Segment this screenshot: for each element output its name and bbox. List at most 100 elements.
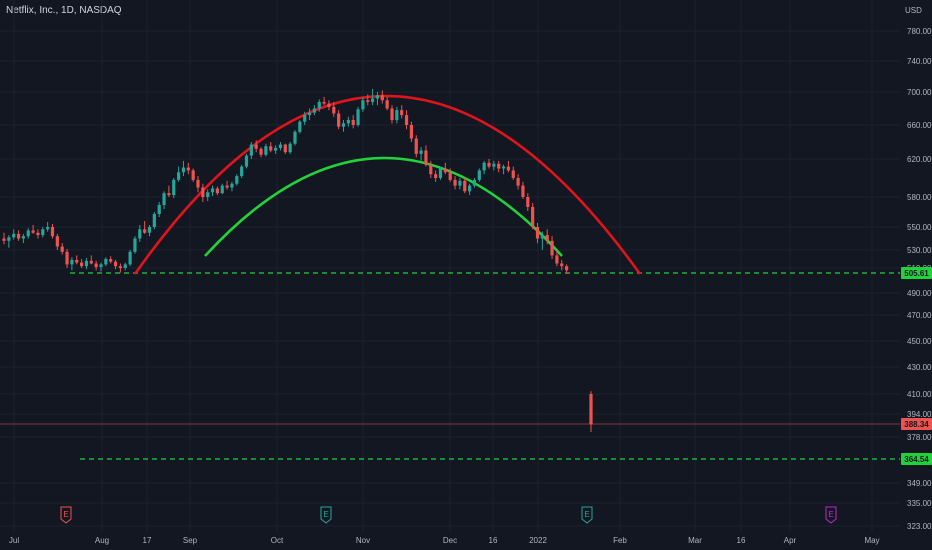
candle-body	[46, 227, 50, 230]
time-tick-label: May	[864, 536, 879, 545]
candle-body	[501, 166, 506, 169]
earnings-event-marker[interactable]: E	[825, 506, 837, 524]
candle-body	[118, 266, 122, 268]
price-tick-label: 620.00	[907, 155, 932, 164]
candle-body	[511, 170, 515, 178]
level-price-label: 388.34	[904, 420, 929, 429]
candle-body	[143, 229, 147, 233]
candle-body	[94, 263, 98, 268]
candle-body	[55, 236, 59, 247]
earnings-events[interactable]: EEEE	[60, 506, 837, 524]
candle-body	[162, 193, 166, 205]
candle-body	[21, 236, 25, 239]
candle-body	[70, 259, 74, 265]
price-tick-label: 378.00	[907, 433, 932, 442]
candle-body	[482, 162, 486, 171]
price-tick-label: 580.00	[907, 193, 932, 202]
candle-body	[371, 98, 375, 102]
candle-body	[191, 170, 195, 180]
time-tick-label: 17	[143, 536, 152, 545]
candle-body	[492, 163, 496, 167]
candle-body	[327, 103, 331, 107]
time-tick-label: 16	[737, 536, 746, 545]
time-tick-label: Nov	[356, 536, 370, 545]
candle-body	[307, 112, 312, 116]
time-tick-label: Oct	[271, 536, 284, 545]
price-tick-label: 323.00	[907, 522, 932, 531]
candle-body	[249, 144, 253, 156]
candle-body	[206, 192, 210, 197]
event-label: E	[323, 510, 328, 519]
candle-body	[12, 233, 16, 238]
candle-body	[458, 180, 462, 186]
candle-body	[322, 101, 326, 104]
candle-body	[540, 235, 544, 239]
candle-body	[424, 150, 428, 165]
candle-body	[545, 235, 549, 241]
price-tick-label: 450.00	[907, 337, 932, 346]
candle-body	[283, 144, 287, 153]
time-axis: Jul Aug 17 Sep Oct Nov Dec 16 2022 Feb Mar 16 Apr May	[9, 536, 880, 545]
event-label: E	[584, 510, 589, 519]
candle-body	[487, 162, 491, 167]
candle-body	[385, 100, 389, 109]
candle-body	[186, 167, 190, 171]
candle-body	[133, 238, 137, 252]
candle-body	[468, 185, 472, 192]
candle-body	[109, 259, 113, 262]
candle-body	[259, 148, 263, 155]
candle-body	[293, 131, 297, 144]
candle-body	[172, 179, 176, 196]
grid	[0, 0, 900, 532]
price-chart[interactable]: 780.00 740.00 700.00 660.00 620.00 580.00 550.…	[0, 0, 932, 550]
candle-body	[235, 176, 239, 184]
time-tick-label: 2022	[529, 536, 547, 545]
event-label: E	[828, 510, 833, 519]
candle-body	[60, 246, 64, 252]
price-tick-label: 660.00	[907, 121, 932, 130]
candle-body	[104, 259, 108, 265]
candle-body	[463, 180, 467, 192]
arc-drawings[interactable]	[133, 94, 642, 275]
candle-body	[516, 178, 520, 186]
candle-body	[26, 230, 30, 237]
candle-body	[7, 237, 11, 241]
time-tick-label: Sep	[183, 536, 198, 545]
candle-body	[434, 174, 438, 178]
candle-body	[366, 100, 370, 102]
candle-body	[560, 263, 564, 267]
candle-body	[225, 185, 229, 188]
price-tick-label: 470.00	[907, 311, 932, 320]
candle-body	[167, 193, 171, 196]
candle-body	[84, 260, 89, 267]
earnings-event-marker[interactable]: E	[581, 506, 593, 524]
price-tick-label: 335.00	[907, 499, 932, 508]
earnings-event-marker[interactable]: E	[60, 506, 72, 524]
candle-body	[472, 179, 477, 186]
candle-body	[210, 188, 215, 193]
candle-body	[375, 95, 380, 99]
candle-body	[438, 168, 443, 178]
time-tick-label: Apr	[784, 536, 797, 545]
earnings-event-marker[interactable]: E	[320, 506, 332, 524]
candle-body	[341, 123, 346, 127]
candle-body	[506, 166, 510, 171]
candle-body	[41, 229, 45, 236]
level-price-label: 364.54	[904, 455, 929, 464]
time-tick-label: Aug	[95, 536, 109, 545]
arc-upper	[133, 94, 642, 275]
candle-body	[181, 167, 186, 173]
candle-body	[177, 172, 181, 180]
candle-body	[80, 262, 84, 267]
candle-body	[240, 166, 244, 177]
candle-body	[429, 164, 433, 175]
candle-body	[269, 146, 273, 151]
candle-body	[404, 115, 409, 125]
candle-body	[36, 232, 40, 236]
candle-body	[220, 185, 224, 194]
candle-body	[123, 264, 127, 268]
candle-body	[128, 251, 132, 265]
candle-body	[147, 227, 152, 233]
candle-body	[99, 264, 103, 268]
candle-body	[278, 144, 283, 148]
